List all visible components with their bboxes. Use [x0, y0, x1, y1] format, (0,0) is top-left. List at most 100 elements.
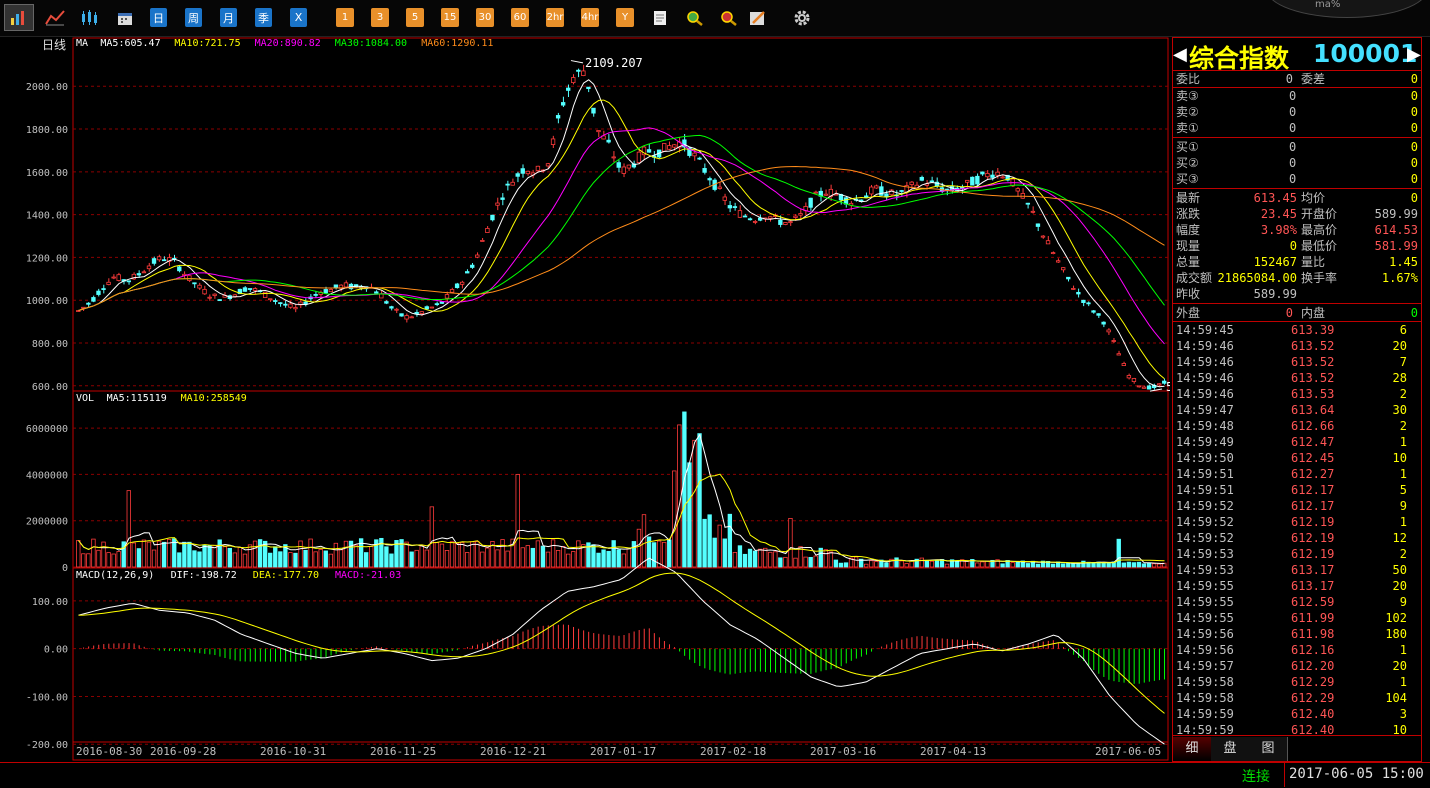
- buy-level-row: 买① 0 0: [1173, 139, 1421, 155]
- candlestick-icon-button[interactable]: [79, 8, 101, 27]
- gear-icon-button[interactable]: [791, 8, 813, 27]
- candle-body: [520, 168, 525, 174]
- candle-body: [434, 303, 440, 306]
- candle-body: [505, 183, 510, 186]
- candle-body: [449, 289, 455, 293]
- candle-body: [333, 284, 339, 289]
- volume-bar: [91, 538, 96, 568]
- tick-time: 14:59:56: [1176, 643, 1234, 657]
- interval-5-button[interactable]: 5: [406, 8, 424, 27]
- volume-bar: [86, 553, 91, 568]
- candle-body: [111, 276, 116, 279]
- interval-3-button[interactable]: 3: [371, 8, 389, 27]
- candle-body: [1055, 260, 1061, 263]
- quote-header: ◀ 综合指数 100001 ▶: [1173, 38, 1421, 73]
- wai-nei-pan-row: 外盘 0 内盘 0: [1173, 305, 1421, 321]
- next-arrow-icon[interactable]: ▶: [1407, 44, 1421, 65]
- volume-bar: [833, 559, 839, 568]
- panel-tab-2[interactable]: 图: [1249, 737, 1288, 761]
- interval-30-button[interactable]: 30: [476, 8, 494, 27]
- stat-label: 幅度: [1176, 223, 1201, 237]
- stat-value: 0: [1410, 191, 1418, 205]
- volume-bar: [904, 563, 909, 568]
- candle-body: [586, 86, 591, 90]
- candle-body: [884, 193, 889, 198]
- prev-arrow-icon[interactable]: ◀: [1173, 44, 1187, 65]
- candle-body: [692, 152, 697, 157]
- candle-body: [1106, 329, 1111, 333]
- kline-chart-svg[interactable]: 2000.00 1800.00 1600.00 1400.00 1200.00 1000.…: [0, 37, 1224, 762]
- volume-bar: [449, 541, 455, 568]
- dea-line: [78, 572, 1165, 714]
- tick-volume: 180: [1385, 627, 1407, 641]
- stat-label: 均价: [1301, 191, 1326, 205]
- tick-row: 14:59:50 612.45 10: [1173, 450, 1421, 466]
- panel-tab-1[interactable]: 盘: [1211, 737, 1250, 761]
- tick-volume: 10: [1392, 451, 1407, 465]
- interval-1-button[interactable]: 1: [336, 8, 354, 27]
- candle-body: [278, 302, 283, 305]
- interval-60-button[interactable]: 60: [511, 8, 529, 27]
- candle-body: [732, 206, 738, 208]
- volume-bar: [662, 541, 667, 568]
- sell-level-row: 卖③ 0 0: [1173, 88, 1421, 104]
- period-week-button[interactable]: 周: [185, 8, 202, 27]
- candle-body: [869, 186, 874, 195]
- price-axis-tick: 800.00: [32, 339, 68, 350]
- tick-row: 14:59:46 613.52 28: [1173, 370, 1421, 386]
- interval-y-button[interactable]: Y: [616, 8, 634, 27]
- sell-level-price: 0: [1289, 121, 1297, 135]
- period-x-button[interactable]: X: [290, 8, 307, 27]
- candle-body: [1050, 252, 1056, 255]
- interval-2hr-button[interactable]: 2hr: [546, 8, 564, 27]
- volume-axis-tick: 4000000: [26, 470, 68, 481]
- buy-level-row: 买③ 0 0: [1173, 171, 1421, 187]
- tick-price: 612.66: [1291, 419, 1335, 433]
- period-day-button[interactable]: 日: [150, 8, 167, 27]
- volume-bar: [444, 550, 450, 568]
- panel-tab-0[interactable]: 细: [1173, 737, 1212, 761]
- candle-body: [621, 166, 626, 174]
- zoom-in-icon-button[interactable]: [684, 8, 706, 27]
- volume-bar: [101, 541, 106, 568]
- candle-body: [454, 283, 460, 289]
- notepad-icon-button[interactable]: [649, 8, 671, 27]
- period-quarter-button[interactable]: 季: [255, 8, 272, 27]
- volume-bar: [641, 514, 647, 568]
- tick-volume: 5: [1399, 483, 1407, 497]
- tick-volume: 2: [1399, 387, 1407, 401]
- stat-value: 1.45: [1389, 255, 1418, 269]
- candle-body: [813, 191, 818, 194]
- draw-tool-icon-button[interactable]: [747, 8, 769, 27]
- wei-bi-value: 0: [1285, 72, 1293, 86]
- candle-body: [161, 259, 167, 262]
- candle-body: [742, 215, 748, 218]
- volume-bar: [778, 557, 783, 568]
- candle-body: [1076, 291, 1081, 295]
- volume-bar: [838, 562, 844, 568]
- volume-bar: [965, 560, 970, 568]
- period-month-button[interactable]: 月: [220, 8, 237, 27]
- candle-body: [1000, 176, 1005, 179]
- candle-body: [707, 178, 712, 181]
- chart-area[interactable]: 2000.00 1800.00 1600.00 1400.00 1200.00 1000.…: [0, 37, 1224, 762]
- candle-body: [571, 77, 576, 84]
- calendar-icon-button[interactable]: [114, 8, 136, 27]
- sell-level-volume: 0: [1410, 89, 1418, 103]
- tick-price: 612.29: [1291, 675, 1335, 689]
- line-chart-icon-button[interactable]: [44, 8, 66, 27]
- volume-bar: [222, 546, 227, 568]
- candle-body: [1040, 235, 1046, 238]
- volume-bar: [268, 552, 273, 568]
- volume-bar: [313, 551, 318, 568]
- zoom-out-icon-button[interactable]: [718, 8, 740, 27]
- tick-time: 14:59:59: [1176, 707, 1234, 721]
- interval-4hr-button[interactable]: 4hr: [581, 8, 599, 27]
- bar-chart-icon-button[interactable]: [4, 4, 34, 31]
- candle-body: [1141, 386, 1147, 389]
- volume-bar: [757, 548, 763, 568]
- volume-bar: [636, 528, 642, 568]
- interval-15-button[interactable]: 15: [441, 8, 459, 27]
- candle-body: [384, 301, 389, 304]
- volume-bar: [353, 544, 359, 568]
